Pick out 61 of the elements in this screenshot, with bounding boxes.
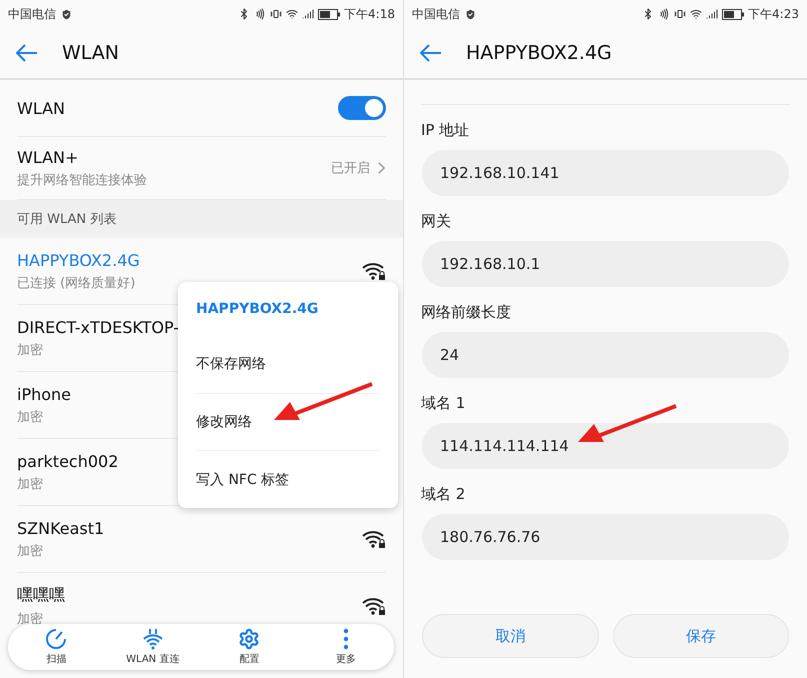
vibrate-icon xyxy=(270,8,282,20)
network-name: HAPPYBOX2.4G xyxy=(17,250,140,270)
setting-status: 已开启 xyxy=(331,160,370,177)
vibrate-icon xyxy=(674,8,686,20)
nfc-icon xyxy=(254,8,266,20)
menu-item[interactable]: 不保存网络 xyxy=(196,336,380,394)
battery-icon xyxy=(318,8,340,20)
input-field[interactable]: 192.168.10.1 xyxy=(422,241,789,287)
input-field[interactable]: 114.114.114.114 xyxy=(422,423,789,469)
screen-title: HAPPYBOX2.4G xyxy=(466,42,612,64)
network-status: 加密 xyxy=(17,408,43,426)
network-name: parktech002 xyxy=(17,452,118,470)
carrier-name: 中国电信 xyxy=(412,6,460,22)
action-button[interactable]: 保存 xyxy=(612,614,789,658)
settings-icon xyxy=(238,628,260,650)
input-field[interactable]: 192.168.10.141 xyxy=(422,150,789,196)
shield-icon xyxy=(60,8,73,20)
input-field[interactable]: 24 xyxy=(422,332,789,378)
back-arrow-icon[interactable] xyxy=(420,44,442,62)
screen-title: WLAN xyxy=(62,42,120,64)
status-time: 下午4:18 xyxy=(344,6,395,22)
input-field[interactable]: 180.76.76.76 xyxy=(422,514,789,560)
network-name: SZNKeast1 xyxy=(17,518,104,538)
network-status: 加密 xyxy=(17,342,43,358)
field-label: 域名 2 xyxy=(421,485,466,504)
refresh-icon xyxy=(45,628,68,650)
action-button[interactable]: 取消 xyxy=(422,614,598,658)
nfc-icon xyxy=(658,8,670,20)
signal-icon xyxy=(706,8,718,20)
chevron-icon xyxy=(378,162,386,174)
setting-description: 提升网络智能连接体验 xyxy=(17,172,147,188)
status-time: 下午4:23 xyxy=(748,6,799,22)
wifi-lock-icon xyxy=(362,596,386,616)
section-header: 可用 WLAN 列表 xyxy=(17,211,116,228)
field-label: 网络前缀长度 xyxy=(421,303,512,322)
menu-title: HAPPYBOX2.4G xyxy=(196,300,320,319)
wifi-lock-icon xyxy=(362,261,386,281)
toolbar-button[interactable]: 配置 xyxy=(201,624,298,670)
more-icon xyxy=(342,628,349,650)
carrier-name: 中国电信 xyxy=(8,6,56,22)
menu-item[interactable]: 写入 NFC 标签 xyxy=(196,451,380,508)
field-label: 网关 xyxy=(421,212,452,231)
shield-icon xyxy=(464,8,477,20)
signal-icon xyxy=(302,8,314,20)
network-name: 嘿嘿嘿 xyxy=(17,584,65,606)
network-name: DIRECT-xTDESKTOP- xyxy=(17,318,180,336)
network-status: 加密 xyxy=(17,476,43,492)
wifi-lock-icon xyxy=(362,529,386,549)
wifi-direct-icon xyxy=(142,628,164,650)
network-status: 已连接 (网络质量好) xyxy=(17,274,136,292)
field-label: IP 地址 xyxy=(421,121,470,140)
network-name: iPhone xyxy=(17,384,72,404)
field-label: 域名 1 xyxy=(421,394,466,413)
toolbar-button[interactable]: 更多 xyxy=(298,624,394,670)
back-arrow-icon[interactable] xyxy=(16,44,38,62)
toggle-switch[interactable] xyxy=(338,96,386,120)
network-status: 加密 xyxy=(17,542,43,560)
setting-label: WLAN+ xyxy=(17,148,78,166)
setting-label: WLAN xyxy=(17,98,66,118)
toolbar-button[interactable]: WLAN 直连 xyxy=(104,624,201,670)
battery-icon xyxy=(722,8,744,20)
